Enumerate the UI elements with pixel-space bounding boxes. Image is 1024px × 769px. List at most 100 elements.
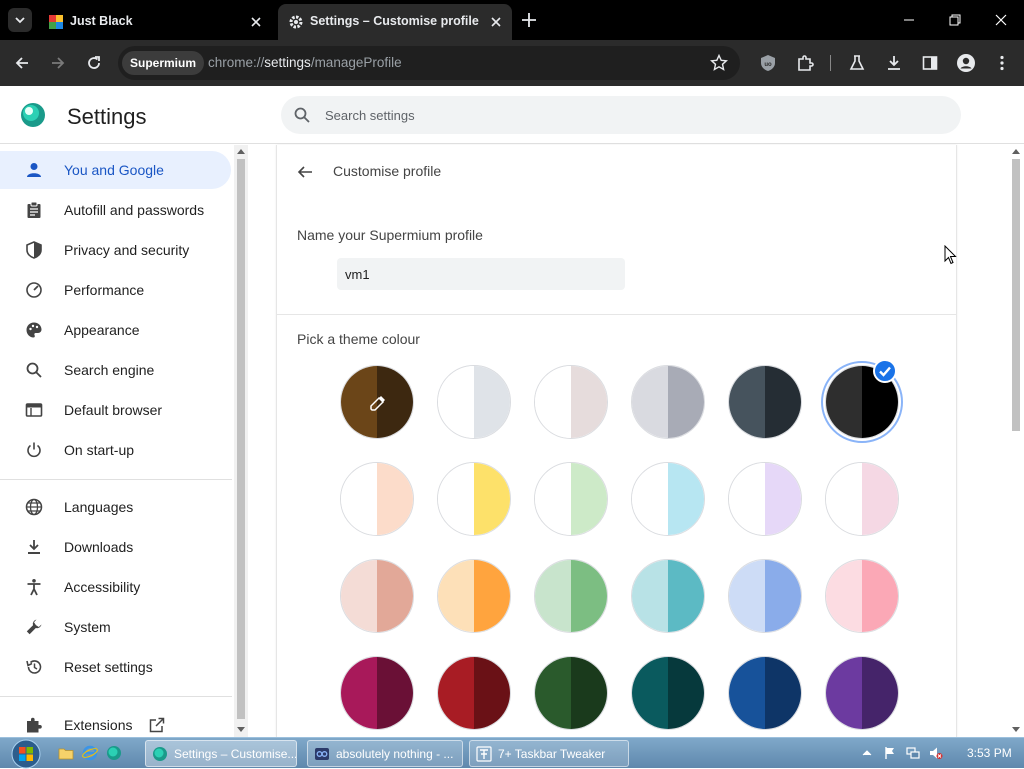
theme-colour-swatch[interactable] bbox=[336, 652, 418, 734]
theme-colour-swatch[interactable] bbox=[336, 361, 418, 443]
theme-colour-swatch[interactable] bbox=[433, 555, 515, 637]
supermium-logo-icon[interactable] bbox=[106, 745, 122, 761]
power-icon bbox=[24, 440, 44, 460]
sidebar-item-label: Default browser bbox=[64, 402, 163, 418]
scrollbar-thumb[interactable] bbox=[237, 159, 245, 719]
theme-colour-swatch[interactable] bbox=[724, 458, 806, 540]
sidebar-item-search-engine[interactable]: Search engine bbox=[0, 351, 231, 389]
taskbar-item-taskbar-tweaker[interactable]: 7+ Taskbar Tweaker bbox=[469, 740, 629, 767]
swatch-circle bbox=[437, 559, 511, 633]
swatch-right-half bbox=[765, 560, 801, 632]
forward-button[interactable] bbox=[47, 52, 69, 74]
theme-colour-swatch[interactable] bbox=[724, 652, 806, 734]
search-box[interactable] bbox=[281, 96, 961, 134]
sidebar-item-appearance[interactable]: Appearance bbox=[0, 311, 231, 349]
volume-muted-icon[interactable] bbox=[929, 746, 943, 760]
menu-button[interactable] bbox=[991, 52, 1013, 74]
back-arrow-icon[interactable] bbox=[295, 162, 315, 182]
sidebar-item-downloads[interactable]: Downloads bbox=[0, 528, 231, 566]
theme-colour-swatch[interactable] bbox=[433, 458, 515, 540]
scroll-up-arrow-icon[interactable] bbox=[1012, 149, 1020, 154]
network-icon[interactable] bbox=[906, 746, 920, 760]
selected-check-icon bbox=[873, 359, 897, 383]
extensions-button[interactable] bbox=[794, 52, 816, 74]
new-tab-plus-icon[interactable] bbox=[520, 11, 538, 29]
theme-colour-swatch[interactable] bbox=[724, 361, 806, 443]
tab-settings[interactable]: Settings – Customise profile bbox=[278, 4, 512, 40]
theme-colour-swatch[interactable] bbox=[530, 652, 612, 734]
reload-button[interactable] bbox=[83, 52, 105, 74]
sidebar-scrollbar[interactable] bbox=[234, 145, 248, 737]
minimize-button[interactable] bbox=[886, 8, 932, 32]
theme-colour-swatch[interactable] bbox=[530, 555, 612, 637]
url-text[interactable]: chrome://settings/manageProfile bbox=[208, 55, 402, 70]
tray-show-hidden-icon[interactable] bbox=[860, 746, 874, 760]
internet-explorer-icon[interactable] bbox=[82, 745, 98, 761]
theme-colour-swatch[interactable] bbox=[821, 652, 903, 734]
theme-colour-swatch[interactable] bbox=[433, 361, 515, 443]
origin-chip[interactable]: Supermium bbox=[122, 51, 205, 75]
theme-colour-swatch[interactable] bbox=[821, 458, 903, 540]
tab-just-black[interactable]: Just Black bbox=[38, 4, 272, 40]
swatch-left-half bbox=[438, 657, 474, 729]
sidebar-divider bbox=[0, 696, 232, 697]
action-center-flag-icon[interactable] bbox=[883, 746, 897, 760]
theme-colour-swatch[interactable] bbox=[724, 555, 806, 637]
side-panel-button[interactable] bbox=[919, 52, 941, 74]
theme-colour-swatch[interactable] bbox=[627, 361, 709, 443]
labs-button[interactable] bbox=[846, 52, 868, 74]
bookmark-star-icon[interactable] bbox=[710, 54, 728, 72]
theme-colour-swatch[interactable] bbox=[821, 555, 903, 637]
profile-button[interactable] bbox=[955, 52, 977, 74]
external-link-icon bbox=[149, 717, 165, 733]
downloads-button[interactable] bbox=[883, 52, 905, 74]
sidebar-item-you-and-google[interactable]: You and Google bbox=[0, 151, 231, 189]
swatch-left-half bbox=[341, 463, 377, 535]
address-bar[interactable]: Supermium chrome://settings/manageProfil… bbox=[118, 46, 740, 80]
theme-colour-swatch[interactable] bbox=[627, 652, 709, 734]
theme-colour-swatch[interactable] bbox=[530, 458, 612, 540]
sidebar-item-reset-settings[interactable]: Reset settings bbox=[0, 648, 231, 686]
restore-button[interactable] bbox=[932, 8, 978, 32]
sidebar-item-autofill[interactable]: Autofill and passwords bbox=[0, 191, 231, 229]
sidebar-item-privacy[interactable]: Privacy and security bbox=[0, 231, 231, 269]
sidebar-item-languages[interactable]: Languages bbox=[0, 488, 231, 526]
theme-colour-swatch[interactable] bbox=[821, 359, 903, 443]
scrollbar-thumb[interactable] bbox=[1012, 159, 1020, 431]
sidebar-item-accessibility[interactable]: Accessibility bbox=[0, 568, 231, 606]
scroll-down-arrow-icon[interactable] bbox=[237, 727, 245, 732]
sidebar-item-extensions[interactable]: Extensions bbox=[0, 706, 231, 737]
theme-colour-swatch[interactable] bbox=[336, 555, 418, 637]
start-button-windows-icon[interactable] bbox=[6, 739, 46, 769]
sidebar-item-on-startup[interactable]: On start-up bbox=[0, 431, 231, 469]
profile-name-input[interactable] bbox=[337, 258, 625, 290]
theme-colour-swatch[interactable] bbox=[336, 458, 418, 540]
scroll-up-arrow-icon[interactable] bbox=[237, 149, 245, 154]
search-input[interactable] bbox=[325, 96, 925, 134]
close-icon[interactable] bbox=[488, 14, 504, 30]
explorer-folder-icon[interactable] bbox=[58, 745, 74, 761]
swatch-right-half bbox=[668, 657, 704, 729]
scroll-down-arrow-icon[interactable] bbox=[1012, 727, 1020, 732]
sidebar-item-system[interactable]: System bbox=[0, 608, 231, 646]
swatch-right-half bbox=[474, 560, 510, 632]
history-icon bbox=[24, 657, 44, 677]
page-scrollbar[interactable] bbox=[1009, 145, 1023, 737]
close-icon[interactable] bbox=[248, 14, 264, 30]
theme-colour-swatch[interactable] bbox=[627, 555, 709, 637]
back-button[interactable] bbox=[11, 52, 33, 74]
sidebar-item-default-browser[interactable]: Default browser bbox=[0, 391, 231, 429]
window-close-button[interactable] bbox=[978, 8, 1024, 32]
kebab-menu-icon bbox=[1000, 55, 1004, 71]
theme-colour-swatch[interactable] bbox=[627, 458, 709, 540]
tab-search-button[interactable] bbox=[8, 8, 32, 32]
swatch-left-half bbox=[632, 463, 668, 535]
wrench-icon bbox=[24, 617, 44, 637]
ublock-extension-button[interactable]: uo bbox=[757, 52, 779, 74]
swatch-right-half bbox=[571, 463, 607, 535]
theme-colour-swatch[interactable] bbox=[530, 361, 612, 443]
taskbar-item-absolutely-nothing[interactable]: absolutely nothing - ... bbox=[307, 740, 463, 767]
sidebar-item-performance[interactable]: Performance bbox=[0, 271, 231, 309]
taskbar-item-settings[interactable]: Settings – Customise... bbox=[145, 740, 297, 767]
theme-colour-swatch[interactable] bbox=[433, 652, 515, 734]
